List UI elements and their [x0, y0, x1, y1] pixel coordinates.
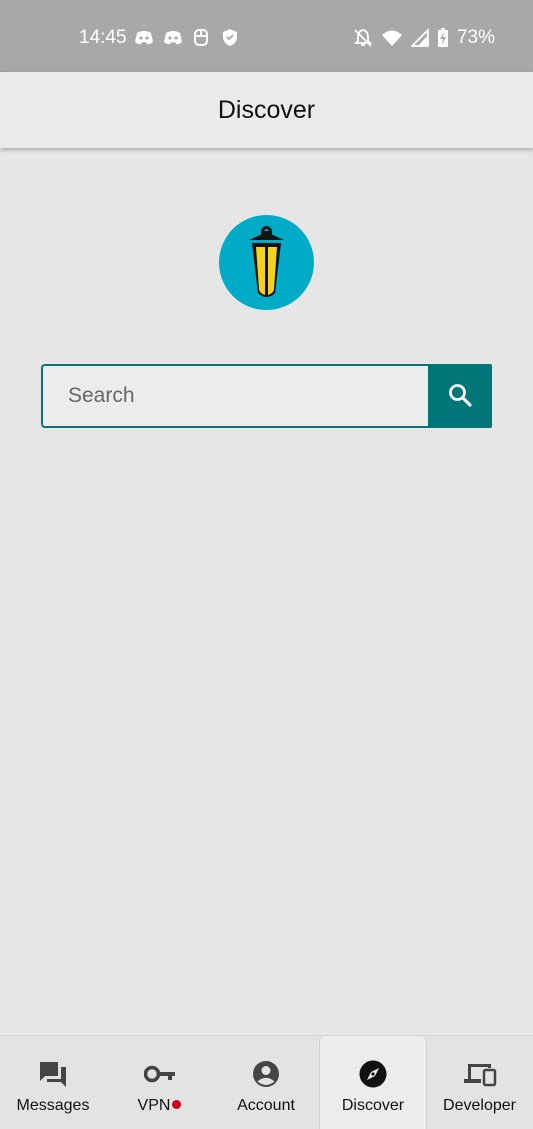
- status-bar: 14:45 73%: [0, 0, 533, 72]
- lantern-logo-icon: [219, 215, 314, 310]
- nav-item-account[interactable]: Account: [213, 1036, 319, 1129]
- app-icon: [192, 28, 211, 47]
- battery-charging-icon: [437, 28, 449, 48]
- system-status: 73%: [353, 27, 495, 49]
- wifi-icon: [381, 29, 403, 47]
- search-button[interactable]: [428, 364, 492, 428]
- shield-check-icon: [221, 28, 240, 47]
- nav-label: Account: [237, 1097, 295, 1114]
- nav-label: VPN: [137, 1097, 171, 1114]
- bottom-navigation: Messages VPN Account Discover Developer: [0, 1035, 533, 1129]
- nav-item-messages[interactable]: Messages: [0, 1036, 106, 1129]
- search-icon: [447, 382, 473, 411]
- status-badge: [172, 1100, 182, 1109]
- discord-icon: [163, 28, 182, 47]
- nav-label: Developer: [443, 1097, 516, 1114]
- key-icon: [143, 1060, 176, 1088]
- page-title: Discover: [217, 95, 316, 124]
- nav-item-developer[interactable]: Developer: [426, 1036, 533, 1129]
- discord-icon: [134, 28, 153, 47]
- nav-label: Messages: [16, 1097, 90, 1114]
- battery-percent: 73%: [456, 27, 495, 48]
- devices-icon: [463, 1060, 497, 1088]
- chat-icon: [38, 1060, 68, 1088]
- app-bar: Discover: [0, 72, 533, 148]
- notification-icons: [134, 28, 240, 47]
- status-time: 14:45: [79, 27, 127, 48]
- signal-icon: [410, 29, 429, 47]
- nav-item-vpn[interactable]: VPN: [106, 1036, 213, 1129]
- account-circle-icon: [252, 1060, 280, 1088]
- nav-label: Discover: [341, 1097, 405, 1114]
- nav-item-discover[interactable]: Discover: [319, 1036, 427, 1129]
- bell-off-icon: [353, 28, 373, 48]
- compass-icon: [359, 1060, 387, 1088]
- search-bar: [41, 364, 492, 428]
- search-input[interactable]: [41, 364, 428, 428]
